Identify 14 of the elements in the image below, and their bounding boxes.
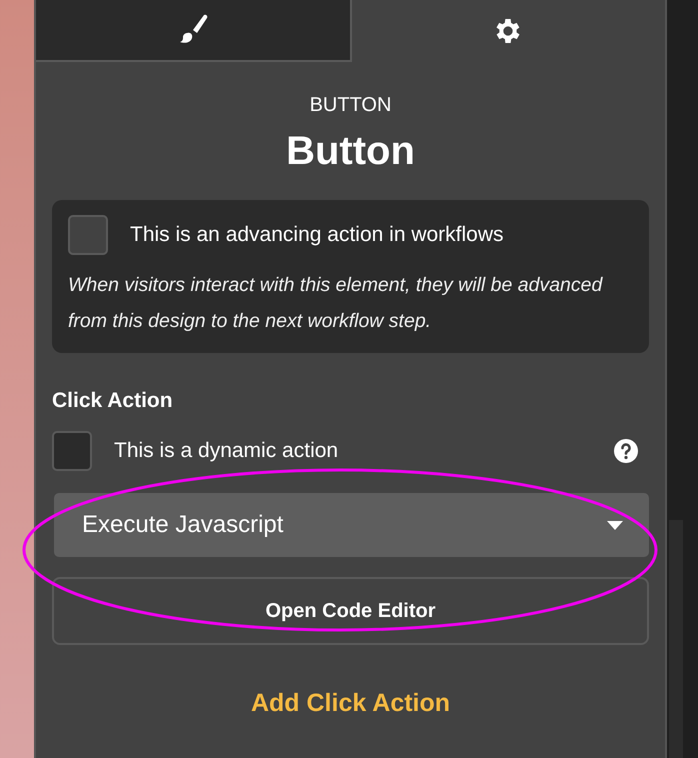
action-select[interactable]: Execute Javascript <box>54 493 649 557</box>
checkbox[interactable] <box>52 431 92 471</box>
help-icon[interactable] <box>613 438 639 464</box>
element-type: BUTTON <box>308 94 392 117</box>
section-heading: Click Action <box>52 389 174 413</box>
caret-icon <box>607 520 623 530</box>
checkbox-label: This is an advancing action in workflows <box>130 223 504 247</box>
style-tab[interactable] <box>36 0 352 62</box>
checkbox-label: This is a dynamic action <box>114 439 338 463</box>
element-name: Button <box>285 129 416 174</box>
open-code-editor-button[interactable]: Open Code Editor <box>52 577 649 645</box>
workflow-note: When visitors interact with this element, they will be advanced from this design to the next workflow step. <box>68 273 604 334</box>
checkbox[interactable] <box>68 215 108 255</box>
add-click-action-link[interactable]: Add Click Action <box>250 689 450 718</box>
